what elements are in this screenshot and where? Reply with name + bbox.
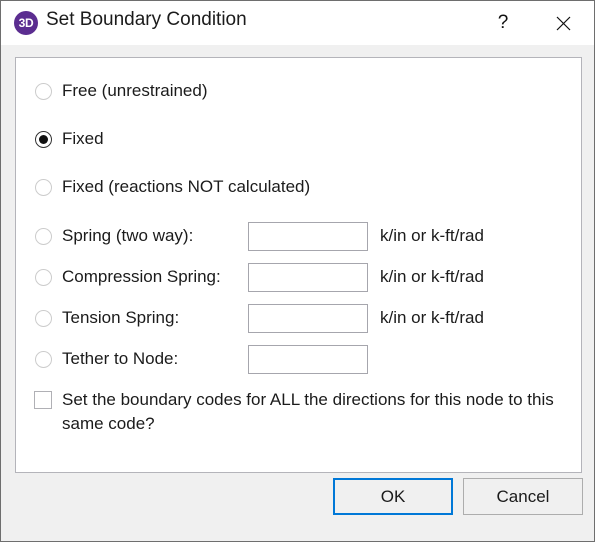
option-label-fixed: Fixed	[62, 129, 104, 148]
cancel-button[interactable]: Cancel	[463, 478, 583, 515]
tension-spring-input[interactable]	[248, 303, 368, 333]
app-3d-icon: 3D	[14, 11, 38, 35]
spring-two-way-input[interactable]	[248, 221, 368, 251]
dialog-footer: OK Cancel	[1, 473, 594, 541]
units-tension-spring: k/in or k-ft/rad	[380, 308, 484, 327]
option-row-free[interactable]: Free (unrestrained)	[16, 76, 581, 106]
close-icon	[556, 16, 570, 30]
option-row-compression-spring[interactable]: Compression Spring: k/in or k-ft/rad	[16, 262, 581, 292]
option-label-tension-spring: Tension Spring:	[62, 308, 180, 327]
help-button[interactable]: ?	[480, 1, 526, 45]
boundary-options-group: Free (unrestrained) Fixed Fixed (reactio…	[15, 57, 582, 473]
radio-compression-spring[interactable]	[35, 268, 52, 286]
option-row-tension-spring[interactable]: Tension Spring: k/in or k-ft/rad	[16, 303, 581, 333]
ok-button[interactable]: OK	[333, 478, 453, 515]
option-row-spring-two-way[interactable]: Spring (two way): k/in or k-ft/rad	[16, 221, 581, 251]
radio-free[interactable]	[35, 82, 52, 100]
radio-tension-spring[interactable]	[35, 309, 52, 327]
radio-fixed[interactable]	[35, 130, 52, 148]
option-label-spring-two-way: Spring (two way):	[62, 226, 194, 245]
option-row-tether-to-node[interactable]: Tether to Node:	[16, 344, 581, 374]
radio-tether-to-node[interactable]	[35, 350, 52, 368]
set-all-directions-label: Set the boundary codes for ALL the direc…	[62, 390, 554, 433]
option-label-compression-spring: Compression Spring:	[62, 267, 221, 286]
units-compression-spring: k/in or k-ft/rad	[380, 267, 484, 286]
option-row-fixed[interactable]: Fixed	[16, 124, 581, 154]
set-boundary-condition-dialog: 3D Set Boundary Condition ? Free (unrest…	[0, 0, 595, 542]
option-label-tether-to-node: Tether to Node:	[62, 349, 179, 368]
title-bar: 3D Set Boundary Condition ?	[1, 1, 594, 45]
option-label-fixed-no-reactions: Fixed (reactions NOT calculated)	[62, 177, 311, 196]
radio-fixed-no-reactions[interactable]	[35, 178, 52, 196]
dialog-title: Set Boundary Condition	[46, 9, 247, 30]
units-spring-two-way: k/in or k-ft/rad	[380, 226, 484, 245]
radio-spring-two-way[interactable]	[35, 227, 52, 245]
compression-spring-input[interactable]	[248, 262, 368, 292]
tether-to-node-input[interactable]	[248, 344, 368, 374]
option-label-free: Free (unrestrained)	[62, 81, 208, 100]
close-button[interactable]	[540, 1, 586, 45]
option-row-fixed-no-reactions[interactable]: Fixed (reactions NOT calculated)	[16, 172, 581, 202]
set-all-directions-checkbox[interactable]	[34, 391, 52, 409]
